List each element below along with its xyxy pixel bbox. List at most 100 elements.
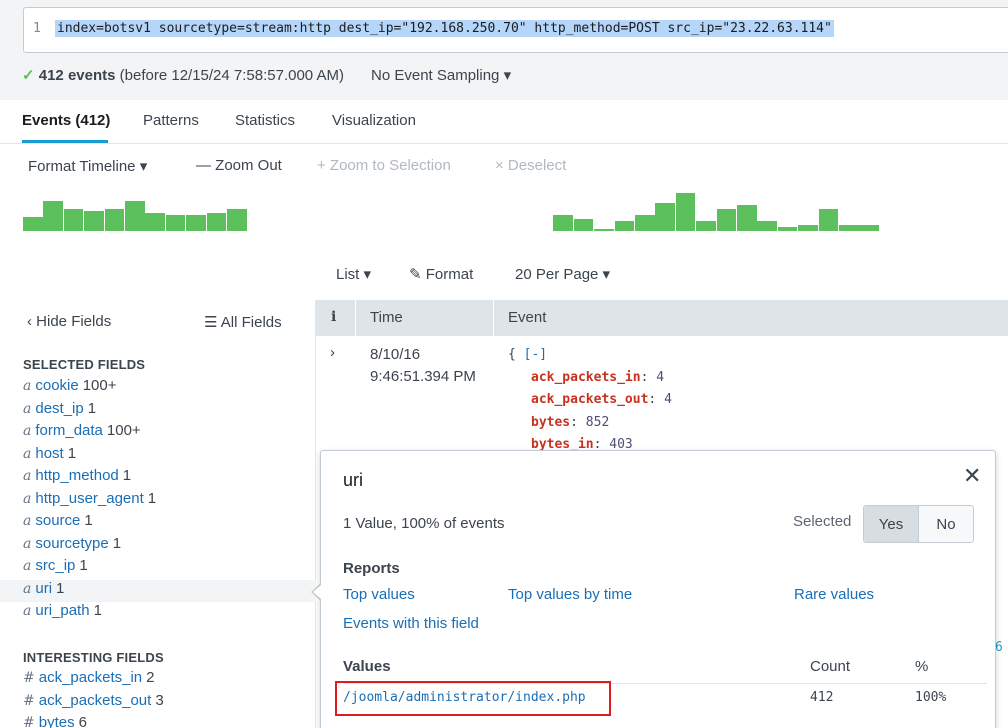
json-key[interactable]: bytes bbox=[531, 415, 570, 430]
timeline-bar[interactable] bbox=[125, 201, 145, 231]
close-icon[interactable]: ✕ bbox=[963, 463, 981, 489]
events-with-field-link[interactable]: Events with this field bbox=[343, 615, 479, 632]
format-button[interactable]: ✎ Format bbox=[409, 265, 473, 283]
tab-visualization[interactable]: Visualization bbox=[332, 112, 416, 129]
field-host[interactable]: a host 1 bbox=[0, 445, 316, 467]
timeline-bar[interactable] bbox=[23, 217, 43, 231]
timeline-bar[interactable] bbox=[206, 213, 227, 231]
timeline-bar[interactable] bbox=[696, 221, 716, 231]
field-name[interactable]: source bbox=[35, 512, 80, 529]
timeline-bar[interactable] bbox=[675, 193, 696, 231]
timeline-bar[interactable] bbox=[737, 205, 757, 231]
field-name[interactable]: ack_packets_in bbox=[39, 669, 142, 686]
field-name[interactable]: form_data bbox=[35, 422, 103, 439]
timeline-bar[interactable] bbox=[798, 225, 818, 231]
all-fields-button[interactable]: ☰ All Fields bbox=[204, 313, 282, 331]
json-value[interactable]: 852 bbox=[586, 415, 609, 430]
timeline-bar[interactable] bbox=[573, 219, 594, 231]
deselect-button[interactable]: × Deselect bbox=[495, 157, 566, 174]
field-name[interactable]: http_user_agent bbox=[35, 490, 143, 507]
top-values-by-time-link[interactable]: Top values by time bbox=[508, 586, 632, 603]
json-value[interactable]: 4 bbox=[664, 392, 672, 407]
time-column-header[interactable]: Time bbox=[370, 309, 403, 326]
timeline-bar[interactable] bbox=[227, 209, 247, 231]
field-name[interactable]: bytes bbox=[39, 714, 75, 728]
event-status: ✓ 412 events (before 12/15/24 7:58:57.00… bbox=[22, 66, 344, 84]
field-ack-packets-in[interactable]: # ack_packets_in 2 bbox=[0, 669, 316, 691]
active-tab-indicator bbox=[22, 140, 108, 143]
timeline-bar[interactable] bbox=[859, 225, 879, 231]
timeline-bar[interactable] bbox=[635, 215, 655, 231]
zoom-out-button[interactable]: — Zoom Out bbox=[196, 157, 282, 174]
field-source[interactable]: a source 1 bbox=[0, 512, 316, 534]
field-bytes[interactable]: # bytes 6 bbox=[0, 714, 316, 728]
string-field-icon: a bbox=[23, 580, 32, 597]
json-key[interactable]: ack_packets_in bbox=[531, 370, 641, 385]
top-values-link[interactable]: Top values bbox=[343, 586, 415, 603]
string-field-icon: a bbox=[23, 490, 32, 507]
timeline-bar[interactable] bbox=[716, 209, 737, 231]
timeline-bar[interactable] bbox=[104, 209, 125, 231]
selected-fields-title: SELECTED FIELDS bbox=[23, 357, 146, 372]
tab-events[interactable]: Events (412) bbox=[22, 112, 110, 129]
list-view-dropdown[interactable]: List ▾ bbox=[336, 265, 371, 283]
field-src-ip[interactable]: a src_ip 1 bbox=[0, 557, 316, 579]
timeline-bar[interactable] bbox=[594, 229, 614, 231]
field-name[interactable]: uri_path bbox=[35, 602, 89, 619]
field-name[interactable]: ack_packets_out bbox=[39, 692, 152, 709]
field-name[interactable]: src_ip bbox=[35, 557, 75, 574]
field-uri[interactable]: a uri 1 bbox=[0, 579, 316, 602]
tab-statistics[interactable]: Statistics bbox=[235, 112, 295, 129]
timeline-bar[interactable] bbox=[145, 213, 165, 231]
tab-patterns[interactable]: Patterns bbox=[143, 112, 199, 129]
json-value[interactable]: 4 bbox=[656, 370, 664, 385]
timeline-bar[interactable] bbox=[777, 227, 798, 231]
timeline-bar[interactable] bbox=[43, 201, 63, 231]
event-sampling-dropdown[interactable]: No Event Sampling ▾ bbox=[371, 66, 511, 84]
json-key[interactable]: ack_packets_out bbox=[531, 392, 648, 407]
timeline-chart[interactable] bbox=[23, 188, 1008, 231]
zoom-to-selection-button[interactable]: + Zoom to Selection bbox=[317, 157, 451, 174]
field-count: 1 bbox=[122, 467, 132, 484]
timeline-bar[interactable] bbox=[614, 221, 635, 231]
search-input[interactable]: 1 index=botsv1 sourcetype=stream:http de… bbox=[23, 7, 1008, 53]
field-name[interactable]: sourcetype bbox=[35, 535, 108, 552]
selected-no-button[interactable]: No bbox=[919, 506, 973, 542]
field-name[interactable]: http_method bbox=[35, 467, 118, 484]
timeline-bar[interactable] bbox=[655, 203, 675, 231]
field-name[interactable]: cookie bbox=[35, 377, 78, 394]
string-field-icon: a bbox=[23, 468, 32, 484]
field-http-method[interactable]: a http_method 1 bbox=[0, 467, 316, 489]
field-name[interactable]: dest_ip bbox=[35, 400, 83, 417]
timeline-bar[interactable] bbox=[839, 225, 859, 231]
selected-yes-button[interactable]: Yes bbox=[864, 506, 919, 542]
timeline-bar[interactable] bbox=[186, 215, 206, 231]
numeric-field-icon: # bbox=[23, 670, 35, 686]
all-fields-label: All Fields bbox=[220, 314, 282, 331]
expand-event-icon[interactable]: › bbox=[330, 344, 335, 361]
rare-values-link[interactable]: Rare values bbox=[794, 586, 874, 603]
format-timeline-button[interactable]: Format Timeline ▾ bbox=[28, 157, 147, 175]
search-query-text[interactable]: index=botsv1 sourcetype=stream:http dest… bbox=[55, 20, 834, 37]
field-http-user-agent[interactable]: a http_user_agent 1 bbox=[0, 490, 316, 512]
per-page-dropdown[interactable]: 20 Per Page ▾ bbox=[515, 265, 610, 283]
field-uri-path[interactable]: a uri_path 1 bbox=[0, 602, 316, 624]
timeline-bar[interactable] bbox=[63, 209, 84, 231]
field-form-data[interactable]: a form_data 100+ bbox=[0, 422, 316, 444]
timeline-bar[interactable] bbox=[84, 211, 104, 231]
field-ack-packets-out[interactable]: # ack_packets_out 3 bbox=[0, 692, 316, 714]
timeline-bar[interactable] bbox=[818, 209, 839, 231]
field-dest-ip[interactable]: a dest_ip 1 bbox=[0, 400, 316, 422]
json-collapse-toggle[interactable]: [-] bbox=[524, 347, 547, 362]
field-name[interactable]: uri bbox=[35, 580, 52, 597]
field-name[interactable]: host bbox=[35, 445, 63, 462]
hide-fields-button[interactable]: ‹ Hide Fields bbox=[27, 313, 111, 330]
field-cookie[interactable]: a cookie 100+ bbox=[0, 377, 316, 399]
timeline-bar[interactable] bbox=[553, 215, 573, 231]
string-field-icon: a bbox=[23, 558, 32, 574]
timeline-bar[interactable] bbox=[757, 221, 777, 231]
json-field: bytes: 852 bbox=[508, 412, 672, 435]
timeline-bar[interactable] bbox=[165, 215, 186, 231]
column-divider bbox=[355, 300, 356, 336]
field-sourcetype[interactable]: a sourcetype 1 bbox=[0, 535, 316, 557]
